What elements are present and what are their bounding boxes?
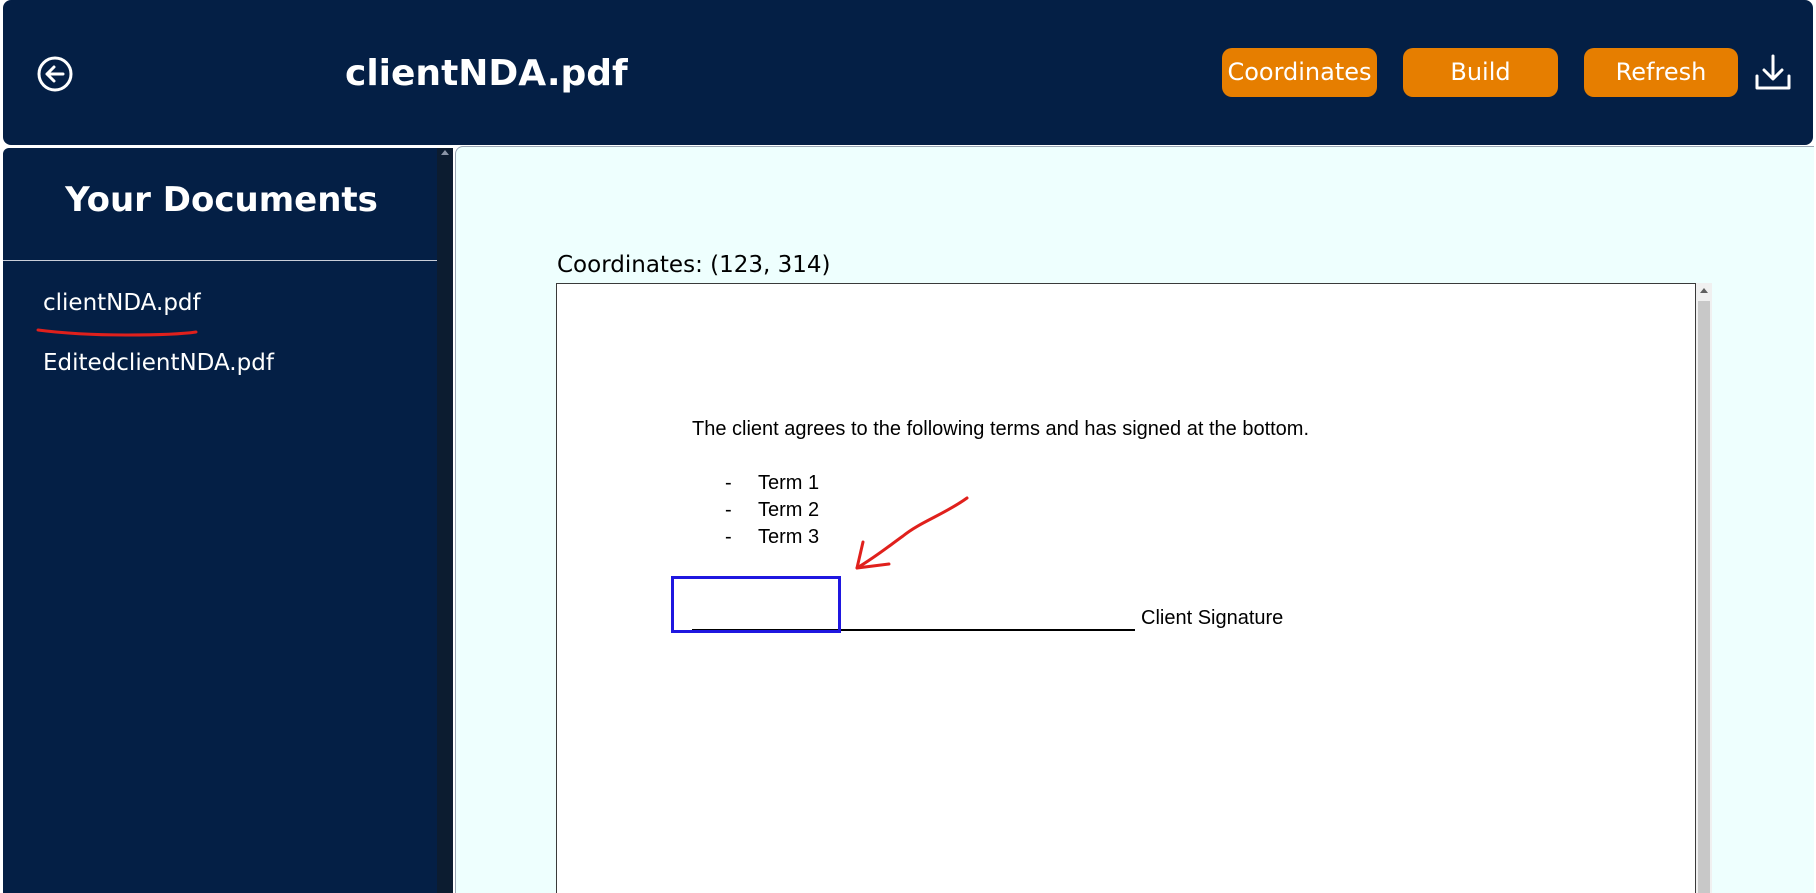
signature-field-selection-box[interactable] <box>671 576 841 633</box>
sidebar-heading: Your Documents <box>65 180 378 220</box>
sidebar-scrollbar[interactable] <box>437 148 453 893</box>
term-3: Term 3 <box>758 526 820 548</box>
pdf-viewer[interactable]: The client agrees to the following terms… <box>556 283 1696 893</box>
top-header: clientNDA.pdf Coordinates Build Refresh <box>3 0 1813 145</box>
sidebar-item-editedclientnda[interactable]: EditedclientNDA.pdf <box>43 350 274 376</box>
term-bullet: - <box>725 472 732 494</box>
document-title: clientNDA.pdf <box>345 53 628 94</box>
scroll-up-icon[interactable] <box>1700 288 1708 293</box>
download-icon[interactable] <box>1753 52 1793 94</box>
scroll-up-icon[interactable] <box>441 150 449 155</box>
sidebar-item-clientnda[interactable]: clientNDA.pdf <box>43 290 201 316</box>
document-intro-text: The client agrees to the following terms… <box>692 418 1310 440</box>
term-bullet: - <box>725 499 732 521</box>
sidebar-divider <box>3 260 440 261</box>
term-bullet: - <box>725 526 732 548</box>
pdf-scrollbar[interactable] <box>1696 283 1712 893</box>
refresh-button[interactable]: Refresh <box>1584 48 1738 97</box>
term-1: Term 1 <box>758 472 820 494</box>
back-arrow-circle-icon[interactable] <box>35 54 75 94</box>
signature-label: Client Signature <box>1141 607 1284 629</box>
documents-sidebar: Your Documents clientNDA.pdf Editedclien… <box>3 148 440 893</box>
coordinates-button[interactable]: Coordinates <box>1222 48 1377 97</box>
red-arrow-annotation-icon <box>855 496 969 570</box>
red-underline-annotation <box>36 328 198 337</box>
term-2: Term 2 <box>758 499 820 521</box>
coordinates-readout: Coordinates: (123, 314) <box>557 252 831 278</box>
scrollbar-thumb[interactable] <box>1698 301 1710 893</box>
build-button[interactable]: Build <box>1403 48 1558 97</box>
